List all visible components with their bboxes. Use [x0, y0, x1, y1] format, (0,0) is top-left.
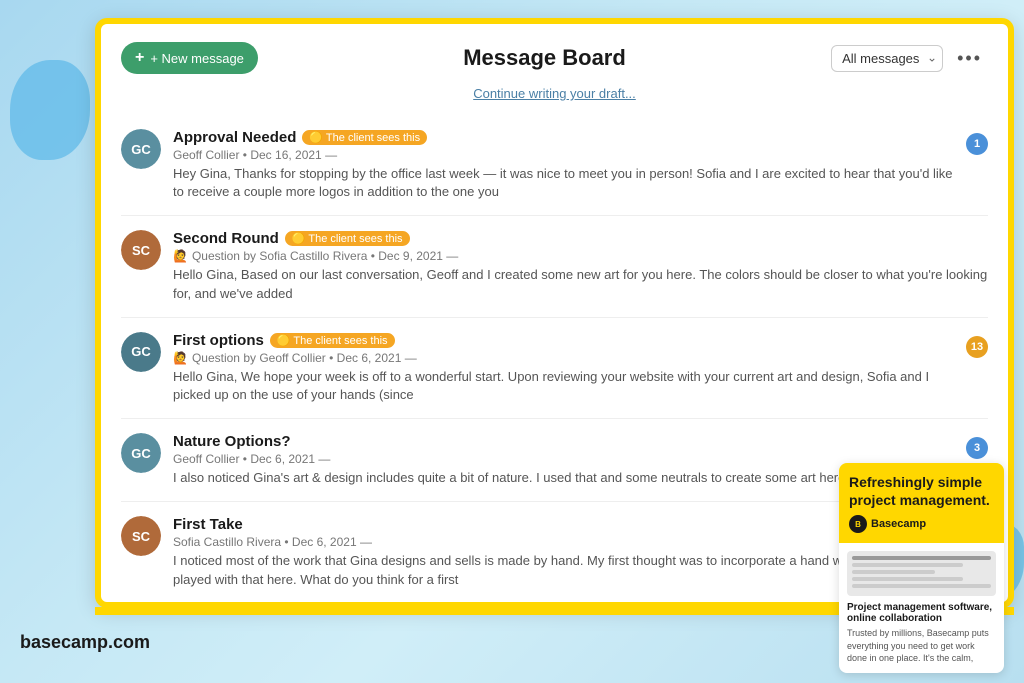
message-header-line: Approval Needed 🟡 The client sees this [173, 129, 958, 146]
client-badge: 🟡 The client sees this [302, 130, 427, 145]
table-row[interactable]: SC Second Round 🟡 The client sees this 🙋… [121, 216, 988, 317]
message-title: First Take [173, 516, 243, 533]
ad-line-3 [852, 570, 935, 574]
ad-logo: B Basecamp [849, 515, 994, 533]
message-meta: 🙋 Question by Sofia Castillo Rivera • De… [173, 249, 988, 263]
message-header-line: First options 🟡 The client sees this [173, 332, 958, 349]
client-badge: 🟡 The client sees this [270, 333, 395, 348]
message-body: Second Round 🟡 The client sees this 🙋 Qu… [173, 230, 988, 302]
ad-line-4 [852, 577, 963, 581]
table-row[interactable]: GC Approval Needed 🟡 The client sees thi… [121, 115, 988, 216]
question-icon: 🙋 [173, 351, 188, 365]
message-meta: 🙋 Question by Geoff Collier • Dec 6, 202… [173, 351, 958, 365]
ad-tagline: Refreshingly simple project management. [849, 473, 994, 509]
client-badge: 🟡 The client sees this [285, 231, 410, 246]
plus-icon: + [135, 49, 144, 67]
draft-link[interactable]: Continue writing your draft... [121, 86, 988, 101]
ad-panel[interactable]: Refreshingly simple project management. … [839, 463, 1004, 673]
table-row[interactable]: GC First options 🟡 The client sees this … [121, 318, 988, 419]
ad-line-1 [852, 556, 991, 560]
filter-wrapper: All messages Just mine Drafts [831, 45, 943, 72]
message-preview: Hello Gina, We hope your week is off to … [173, 368, 958, 404]
message-header-line: Nature Options? [173, 433, 958, 450]
new-message-button[interactable]: + + New message [121, 42, 258, 74]
message-title: First options [173, 332, 264, 349]
ad-top: Refreshingly simple project management. … [839, 463, 1004, 543]
avatar: SC [121, 230, 161, 270]
header-controls: All messages Just mine Drafts ••• [831, 44, 988, 73]
blob-left [10, 60, 90, 160]
message-title: Second Round [173, 230, 279, 247]
ad-line-2 [852, 563, 963, 567]
unread-badge: 3 [966, 437, 988, 459]
more-options-button[interactable]: ••• [951, 44, 988, 73]
page-title: Message Board [258, 45, 831, 71]
message-title: Approval Needed [173, 129, 296, 146]
ad-screenshot-mockup [847, 551, 996, 596]
ad-logo-label: Basecamp [871, 518, 926, 530]
header: + + New message Message Board All messag… [121, 42, 988, 74]
filter-select[interactable]: All messages Just mine Drafts [831, 45, 943, 72]
unread-badge: 13 [966, 336, 988, 358]
new-message-label: + New message [150, 51, 244, 66]
message-preview: Hello Gina, Based on our last conversati… [173, 266, 988, 302]
avatar: GC [121, 332, 161, 372]
message-meta: Geoff Collier • Dec 16, 2021 — [173, 148, 958, 162]
question-icon: 🙋 [173, 249, 188, 263]
avatar: GC [121, 129, 161, 169]
unread-badge: 1 [966, 133, 988, 155]
message-preview: Hey Gina, Thanks for stopping by the off… [173, 165, 958, 201]
ad-desc-title: Project management software, online coll… [847, 602, 996, 624]
message-meta: Geoff Collier • Dec 6, 2021 — [173, 452, 958, 466]
message-header-line: Second Round 🟡 The client sees this [173, 230, 988, 247]
message-title: Nature Options? [173, 433, 291, 450]
ad-bottom: Project management software, online coll… [839, 543, 1004, 673]
message-body: First options 🟡 The client sees this 🙋 Q… [173, 332, 958, 404]
basecamp-url: basecamp.com [20, 632, 150, 653]
ad-desc-text: Trusted by millions, Basecamp puts every… [847, 627, 996, 665]
ad-line-5 [852, 584, 991, 588]
basecamp-logo-icon: B [849, 515, 867, 533]
avatar: GC [121, 433, 161, 473]
message-body: Approval Needed 🟡 The client sees this G… [173, 129, 958, 201]
avatar: SC [121, 516, 161, 556]
